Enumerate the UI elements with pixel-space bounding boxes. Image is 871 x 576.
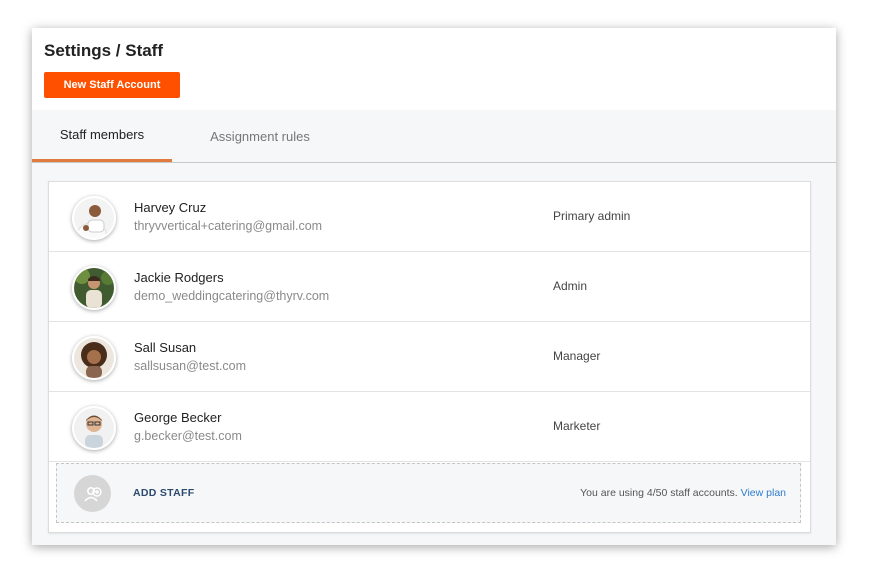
add-staff-row: ADD STAFF You are using 4/50 staff accou… [56,463,801,523]
page-title: Settings / Staff [44,41,164,60]
staff-row[interactable]: Sall Susan sallsusan@test.com Manager [49,322,810,392]
staff-row[interactable]: Jackie Rodgers demo_weddingcatering@thyr… [49,252,810,322]
staff-name: Harvey Cruz [134,200,207,215]
staff-list-card: Harvey Cruz thryvvertical+catering@gmail… [48,181,811,533]
tab-bar: Staff members Assignment rules [32,110,836,163]
avatar [72,406,116,450]
page-header: Settings / Staff New Staff Account [32,28,836,110]
staff-email: thryvvertical+catering@gmail.com [134,219,323,233]
staff-role: Marketer [553,419,601,433]
staff-name: Sall Susan [134,340,197,355]
staff-email: demo_weddingcatering@thyrv.com [134,289,330,303]
staff-row[interactable]: Harvey Cruz thryvvertical+catering@gmail… [49,182,810,252]
staff-role: Manager [553,349,601,363]
staff-role: Admin [553,279,588,293]
staff-email: g.becker@test.com [134,429,242,443]
tab-assignment-rules[interactable]: Assignment rules [172,110,348,162]
tab-staff-members[interactable]: Staff members [32,110,172,162]
staff-name: George Becker [134,410,222,425]
staff-name: Jackie Rodgers [134,270,224,285]
new-staff-account-button[interactable]: New Staff Account [44,72,180,98]
settings-window: Settings / Staff New Staff Account Staff… [32,28,836,545]
staff-row[interactable]: George Becker g.becker@test.com Marketer [49,392,810,462]
staff-role: Primary admin [553,209,631,223]
add-user-icon[interactable] [74,475,111,512]
avatar [72,196,116,240]
usage-count-text: You are using 4/50 staff accounts. [580,487,738,499]
staff-usage-text: You are using 4/50 staff accounts. View … [580,487,786,499]
avatar [72,266,116,310]
staff-email: sallsusan@test.com [134,359,247,373]
add-staff-link[interactable]: ADD STAFF [133,487,194,499]
avatar [72,336,116,380]
view-plan-link[interactable]: View plan [741,487,786,499]
